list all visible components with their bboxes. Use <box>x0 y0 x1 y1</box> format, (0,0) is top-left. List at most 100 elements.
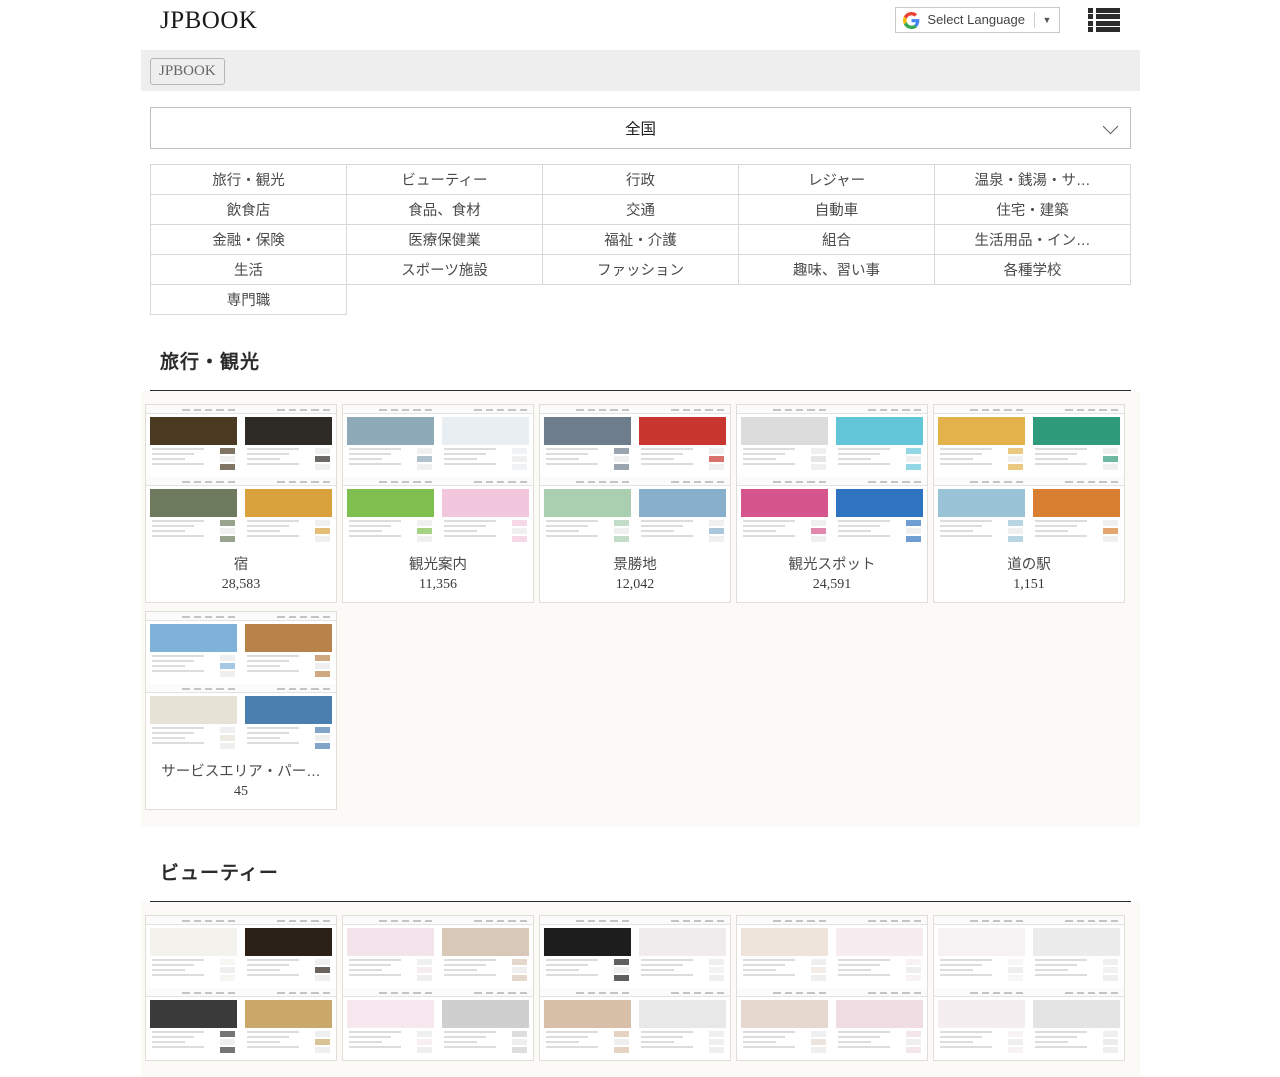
category-section: 旅行・観光宿28,583観光案内11,356景勝地12,042観光スポット24,… <box>141 347 1140 826</box>
subcategory-card[interactable]: 道の駅1,151 <box>933 404 1125 603</box>
category-table: 旅行・観光ビューティー行政レジャー温泉・銭湯・サ…飲食店食品、食材交通自動車住宅… <box>150 164 1131 315</box>
thumbnail-tile <box>934 405 1029 477</box>
category-cell[interactable]: 趣味、習い事 <box>739 255 935 285</box>
menu-bar-row <box>1088 27 1120 32</box>
category-cell[interactable]: 交通 <box>543 195 739 225</box>
card-count: 11,356 <box>343 575 533 602</box>
thumbnail-tile <box>1029 916 1124 988</box>
subcategory-card[interactable] <box>933 915 1125 1061</box>
site-logo[interactable]: JPBOOK <box>160 6 257 36</box>
header-right-controls: Select Language ▼ <box>895 7 1120 33</box>
category-cell[interactable]: 医療保健業 <box>347 225 543 255</box>
site-header: JPBOOK Select Language ▼ <box>0 0 1280 45</box>
thumbnail-tile <box>934 988 1029 1060</box>
subcategory-card[interactable]: 観光スポット24,591 <box>736 404 928 603</box>
card-grid <box>141 902 1140 1077</box>
category-cell[interactable]: 旅行・観光 <box>151 165 347 195</box>
card-thumbnail <box>540 916 730 1060</box>
category-row: 生活スポーツ施設ファッション趣味、習い事各種学校 <box>151 255 1131 285</box>
card-count: 45 <box>146 782 336 809</box>
subcategory-card[interactable] <box>342 915 534 1061</box>
thumbnail-tile <box>438 477 533 549</box>
thumbnail-tile <box>635 405 730 477</box>
thumbnail-tile <box>343 988 438 1060</box>
category-row: 旅行・観光ビューティー行政レジャー温泉・銭湯・サ… <box>151 165 1131 195</box>
category-cell[interactable]: 生活 <box>151 255 347 285</box>
category-cell-empty <box>935 285 1131 315</box>
card-label: 景勝地 <box>540 549 730 575</box>
thumbnail-tile <box>146 405 241 477</box>
category-cell[interactable]: 福祉・介護 <box>543 225 739 255</box>
card-label: 観光案内 <box>343 549 533 575</box>
card-thumbnail <box>737 405 927 549</box>
region-select[interactable]: 全国 <box>150 107 1131 149</box>
thumbnail-tile <box>146 988 241 1060</box>
thumbnail-tile <box>438 405 533 477</box>
thumbnail-tile <box>1029 988 1124 1060</box>
list-menu-icon[interactable] <box>1088 7 1120 33</box>
category-cell[interactable]: 組合 <box>739 225 935 255</box>
card-thumbnail <box>343 916 533 1060</box>
thumbnail-tile <box>832 405 927 477</box>
google-translate-widget[interactable]: Select Language ▼ <box>895 7 1060 33</box>
thumbnail-tile <box>737 405 832 477</box>
google-logo-icon <box>903 12 920 29</box>
thumbnail-tile <box>540 988 635 1060</box>
subcategory-card[interactable]: サービスエリア・パー…45 <box>145 611 337 810</box>
menu-bar-row <box>1088 8 1120 13</box>
thumbnail-tile <box>241 477 336 549</box>
thumbnail-tile <box>343 477 438 549</box>
thumbnail-tile <box>146 477 241 549</box>
thumbnail-tile <box>635 916 730 988</box>
menu-bar-row <box>1088 14 1120 19</box>
subcategory-card[interactable]: 宿28,583 <box>145 404 337 603</box>
subcategory-card[interactable]: 景勝地12,042 <box>539 404 731 603</box>
thumbnail-tile <box>438 988 533 1060</box>
category-cell[interactable]: レジャー <box>739 165 935 195</box>
category-cell[interactable]: 専門職 <box>151 285 347 315</box>
category-cell[interactable]: 住宅・建築 <box>935 195 1131 225</box>
category-row: 金融・保険医療保健業福祉・介護組合生活用品・イン… <box>151 225 1131 255</box>
thumbnail-tile <box>146 612 241 684</box>
category-cell[interactable]: 金融・保険 <box>151 225 347 255</box>
card-thumbnail <box>146 916 336 1060</box>
category-cell[interactable]: ファッション <box>543 255 739 285</box>
thumbnail-tile <box>737 477 832 549</box>
card-count: 24,591 <box>737 575 927 602</box>
thumbnail-tile <box>241 405 336 477</box>
thumbnail-tile <box>635 988 730 1060</box>
category-cell[interactable]: 各種学校 <box>935 255 1131 285</box>
card-thumbnail <box>343 405 533 549</box>
sections-host: 旅行・観光宿28,583観光案内11,356景勝地12,042観光スポット24,… <box>141 347 1140 1077</box>
card-grid: 宿28,583観光案内11,356景勝地12,042観光スポット24,591道の… <box>141 391 1140 826</box>
category-cell[interactable]: 生活用品・イン… <box>935 225 1131 255</box>
thumbnail-tile <box>540 405 635 477</box>
category-cell[interactable]: 温泉・銭湯・サ… <box>935 165 1131 195</box>
card-thumbnail <box>934 405 1124 549</box>
chevron-down-icon[interactable]: ▼ <box>1035 8 1059 32</box>
section-title: ビューティー <box>150 858 1131 902</box>
page-root: JPBOOK Select Language ▼ <box>0 0 1280 45</box>
category-cell-empty <box>347 285 543 315</box>
thumbnail-tile <box>241 988 336 1060</box>
section-title: 旅行・観光 <box>150 347 1131 391</box>
subcategory-card[interactable]: 観光案内11,356 <box>342 404 534 603</box>
thumbnail-tile <box>832 988 927 1060</box>
category-row: 専門職 <box>151 285 1131 315</box>
card-label: サービスエリア・パー… <box>146 756 336 782</box>
category-cell[interactable]: 行政 <box>543 165 739 195</box>
thumbnail-tile <box>737 916 832 988</box>
thumbnail-tile <box>540 916 635 988</box>
category-cell[interactable]: スポーツ施設 <box>347 255 543 285</box>
category-cell[interactable]: 自動車 <box>739 195 935 225</box>
category-cell[interactable]: 食品、食材 <box>347 195 543 225</box>
category-cell[interactable]: ビューティー <box>347 165 543 195</box>
subcategory-card[interactable] <box>145 915 337 1061</box>
subcategory-card[interactable] <box>539 915 731 1061</box>
category-cell[interactable]: 飲食店 <box>151 195 347 225</box>
card-label: 宿 <box>146 549 336 575</box>
breadcrumb-item-jpbook[interactable]: JPBOOK <box>150 58 225 85</box>
thumbnail-tile <box>146 916 241 988</box>
subcategory-card[interactable] <box>736 915 928 1061</box>
chevron-down-icon <box>1103 119 1119 135</box>
